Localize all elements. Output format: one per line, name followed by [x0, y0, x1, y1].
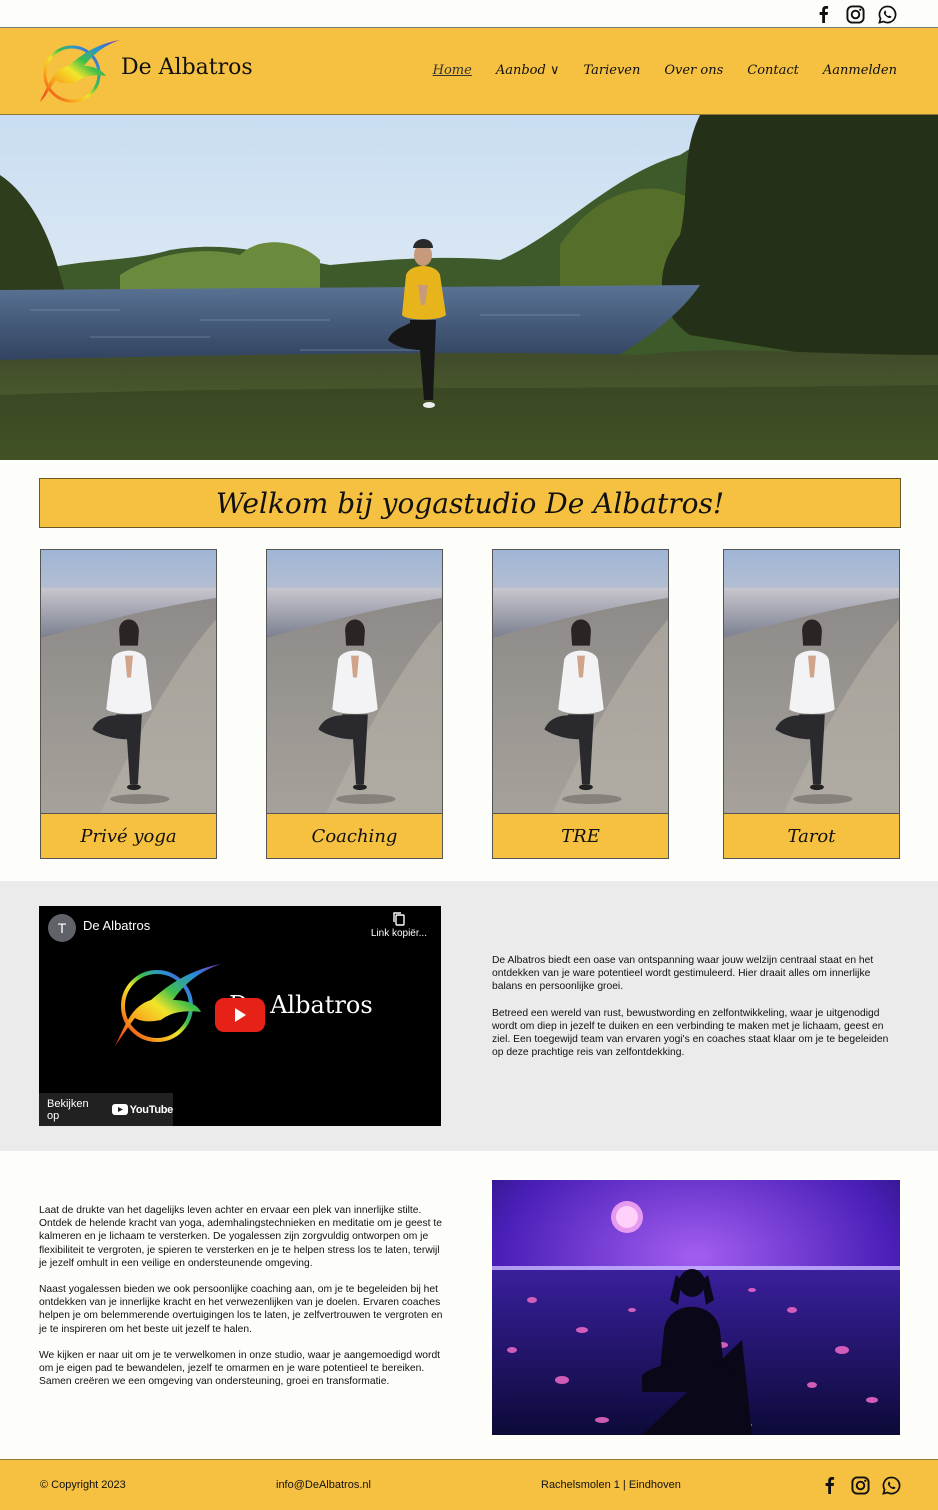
youtube-icon [111, 1104, 128, 1115]
offer-card-label: Coaching [267, 814, 442, 858]
meditation-room-photo [492, 1180, 900, 1435]
card-photo [267, 550, 442, 814]
offer-card-label: TRE [493, 814, 668, 858]
site-footer: © Copyright 2023 info@DeAlbatros.nl Rach… [0, 1459, 938, 1510]
welcome-banner: Welkom bij yogastudio De Albatros! [39, 478, 901, 528]
albatros-logo[interactable] [38, 36, 122, 112]
top-social-links [812, 3, 898, 25]
intro-text: De Albatros biedt een oase van ontspanni… [492, 954, 898, 1072]
copy-icon [393, 912, 405, 926]
about-paragraph: Laat de drukte van het dagelijks leven a… [39, 1205, 442, 1269]
nav-over-ons[interactable]: Over ons [664, 63, 723, 78]
copy-link-button[interactable]: Link kopiër... [371, 912, 427, 939]
nav-aanmelden[interactable]: Aanmelden [823, 63, 897, 78]
hero-lake-photo [0, 115, 938, 460]
youtube-wordmark: YouTube [129, 1103, 174, 1116]
watch-on-label: Bekijken op [47, 1097, 89, 1122]
brand-name[interactable]: De Albatros [121, 55, 253, 80]
play-button[interactable] [215, 998, 265, 1032]
offer-card[interactable]: Privé yoga [40, 549, 217, 859]
about-paragraph: Naast yogalessen bieden we ook persoonli… [39, 1284, 443, 1335]
card-photo [41, 550, 216, 814]
youtube-logo: YouTube [111, 1103, 174, 1116]
footer-email-link[interactable]: info@DeAlbatros.nl [276, 1479, 371, 1491]
instagram-icon[interactable] [844, 3, 866, 25]
offer-card[interactable]: TRE [492, 549, 669, 859]
video-title[interactable]: De Albatros [83, 918, 150, 933]
youtube-video-embed[interactable]: T De Albatros Link kopiër... De Albatros… [39, 906, 441, 1126]
welcome-title: Welkom bij yogastudio De Albatros! [215, 486, 725, 520]
offer-card[interactable]: Tarot [723, 549, 900, 859]
instagram-icon[interactable] [849, 1474, 871, 1496]
top-bar [0, 0, 938, 28]
copy-link-label: Link kopiër... [370, 928, 427, 939]
offer-card-label: Tarot [724, 814, 899, 858]
offer-card[interactable]: Coaching [266, 549, 443, 859]
offer-card-label: Privé yoga [41, 814, 216, 858]
about-paragraph: We kijken er naar uit om je te verwelkom… [39, 1349, 441, 1388]
whatsapp-icon[interactable] [876, 3, 898, 25]
play-icon [235, 1008, 246, 1022]
footer-social-links [818, 1474, 902, 1496]
card-photo [724, 550, 899, 814]
footer-address: Rachelsmolen 1 | Eindhoven [541, 1479, 681, 1491]
main-nav: Home Aanbod ∨ Tarieven Over ons Contact … [433, 63, 897, 78]
nav-contact[interactable]: Contact [747, 63, 799, 78]
site-header: De Albatros Home Aanbod ∨ Tarieven Over … [0, 28, 938, 115]
channel-avatar[interactable]: T [48, 914, 76, 942]
facebook-icon[interactable] [818, 1474, 840, 1496]
card-photo [493, 550, 668, 814]
video-albatros-logo [115, 964, 221, 1046]
intro-paragraph: De Albatros biedt een oase van ontspanni… [492, 955, 874, 993]
nav-tarieven[interactable]: Tarieven [583, 63, 640, 78]
nav-home[interactable]: Home [433, 63, 472, 78]
nav-aanbod-dropdown[interactable]: Aanbod ∨ [496, 63, 560, 78]
facebook-icon[interactable] [812, 3, 834, 25]
watch-on-youtube-button[interactable]: Bekijken op YouTube [39, 1093, 173, 1126]
whatsapp-icon[interactable] [880, 1474, 902, 1496]
copyright-text: © Copyright 2023 [40, 1479, 126, 1491]
about-text: Laat de drukte van het dagelijks leven a… [39, 1204, 443, 1401]
intro-paragraph: Betreed een wereld van rust, bewustwordi… [492, 1007, 889, 1059]
